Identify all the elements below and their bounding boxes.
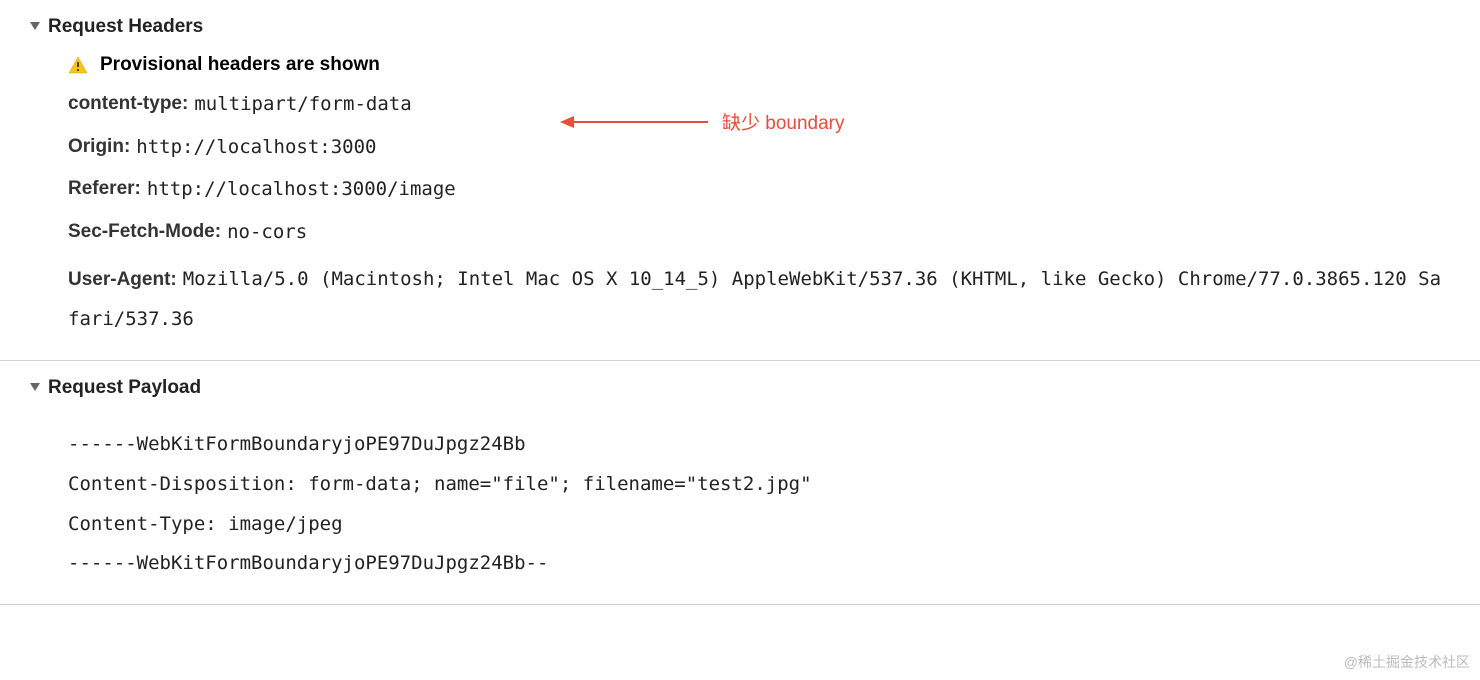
- chevron-down-icon: [30, 383, 40, 391]
- header-value: Mozilla/5.0 (Macintosh; Intel Mac OS X 1…: [68, 268, 1441, 330]
- header-name: content-type:: [68, 90, 188, 119]
- header-name: User-Agent:: [68, 260, 177, 300]
- watermark: @稀土掘金技术社区: [1344, 652, 1470, 672]
- header-value: http://localhost:3000/image: [147, 175, 456, 204]
- header-row-content-type: content-type: multipart/form-data: [68, 90, 1450, 119]
- section-title: Request Payload: [48, 377, 201, 399]
- header-row-referer: Referer: http://localhost:3000/image: [68, 175, 1450, 204]
- warning-icon: [68, 56, 88, 74]
- payload-line: Content-Disposition: form-data; name="fi…: [68, 465, 1450, 505]
- section-title: Request Headers: [48, 16, 203, 38]
- header-row-user-agent: User-Agent: Mozilla/5.0 (Macintosh; Inte…: [68, 260, 1450, 340]
- header-row-sec-fetch-mode: Sec-Fetch-Mode: no-cors: [68, 218, 1450, 247]
- payload-line: Content-Type: image/jpeg: [68, 505, 1450, 545]
- request-payload-toggle[interactable]: Request Payload: [0, 373, 1480, 403]
- header-value: no-cors: [227, 218, 307, 247]
- payload-line: ------WebKitFormBoundaryjoPE97DuJpgz24Bb…: [68, 544, 1450, 584]
- request-payload-body: ------WebKitFormBoundaryjoPE97DuJpgz24Bb…: [0, 403, 1480, 585]
- request-headers-body: Provisional headers are shown content-ty…: [0, 42, 1480, 340]
- provisional-warning-text: Provisional headers are shown: [100, 54, 380, 76]
- request-payload-section: Request Payload ------WebKitFormBoundary…: [0, 361, 1480, 606]
- header-value: multipart/form-data: [194, 90, 411, 119]
- payload-line: ------WebKitFormBoundaryjoPE97DuJpgz24Bb: [68, 425, 1450, 465]
- header-name: Referer:: [68, 175, 141, 204]
- header-row-origin: Origin: http://localhost:3000: [68, 133, 1450, 162]
- header-name: Sec-Fetch-Mode:: [68, 218, 221, 247]
- provisional-warning-row: Provisional headers are shown: [68, 54, 1450, 76]
- header-value: http://localhost:3000: [136, 133, 376, 162]
- header-name: Origin:: [68, 133, 130, 162]
- request-headers-section: Request Headers Provisional headers are …: [0, 0, 1480, 361]
- chevron-down-icon: [30, 22, 40, 30]
- request-headers-toggle[interactable]: Request Headers: [0, 12, 1480, 42]
